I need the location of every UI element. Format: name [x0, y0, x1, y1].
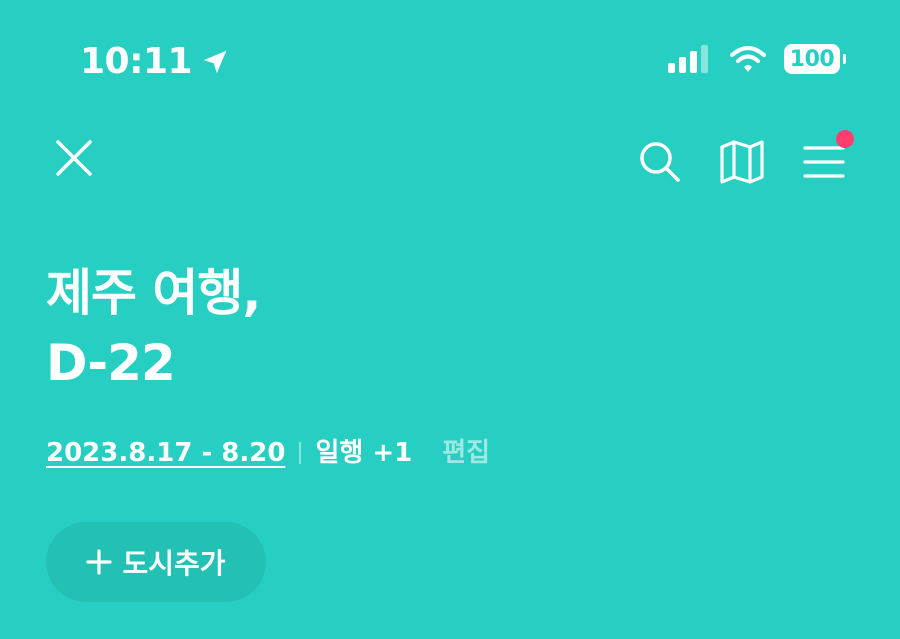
nav-actions	[632, 130, 854, 190]
menu-icon	[803, 146, 845, 178]
search-button[interactable]	[632, 134, 688, 190]
companions-label[interactable]: 일행 +1	[315, 434, 412, 472]
menu-button[interactable]	[796, 130, 854, 190]
add-city-button[interactable]: 도시추가	[46, 522, 266, 602]
edit-button[interactable]: 편집	[442, 434, 490, 472]
top-navigation	[0, 128, 900, 192]
search-icon	[640, 142, 680, 182]
map-icon	[720, 140, 764, 184]
status-indicators: 100	[668, 44, 846, 74]
wifi-icon	[730, 45, 766, 73]
signal-icon	[668, 45, 712, 73]
plus-icon	[86, 549, 113, 575]
trip-title: 제주 여행, D-22	[46, 258, 261, 398]
map-button[interactable]	[714, 134, 770, 190]
trip-dates-link[interactable]: 2023.8.17 - 8.20	[46, 434, 285, 472]
notification-dot	[836, 130, 854, 148]
close-button[interactable]	[50, 134, 98, 182]
add-city-label: 도시추가	[122, 547, 226, 580]
battery-level: 100	[789, 46, 835, 72]
status-time: 10:11	[80, 40, 230, 84]
location-arrow-icon	[200, 47, 230, 77]
time-text: 10:11	[80, 41, 193, 82]
trip-meta: 2023.8.17 - 8.20 일행 +1 편집	[46, 434, 490, 472]
battery-icon: 100	[784, 44, 846, 74]
trip-title-line1: 제주 여행,	[46, 264, 261, 322]
meta-divider	[299, 442, 302, 464]
status-bar: 10:11 100	[0, 0, 900, 120]
close-icon	[56, 140, 92, 176]
trip-countdown: D-22	[46, 334, 176, 392]
